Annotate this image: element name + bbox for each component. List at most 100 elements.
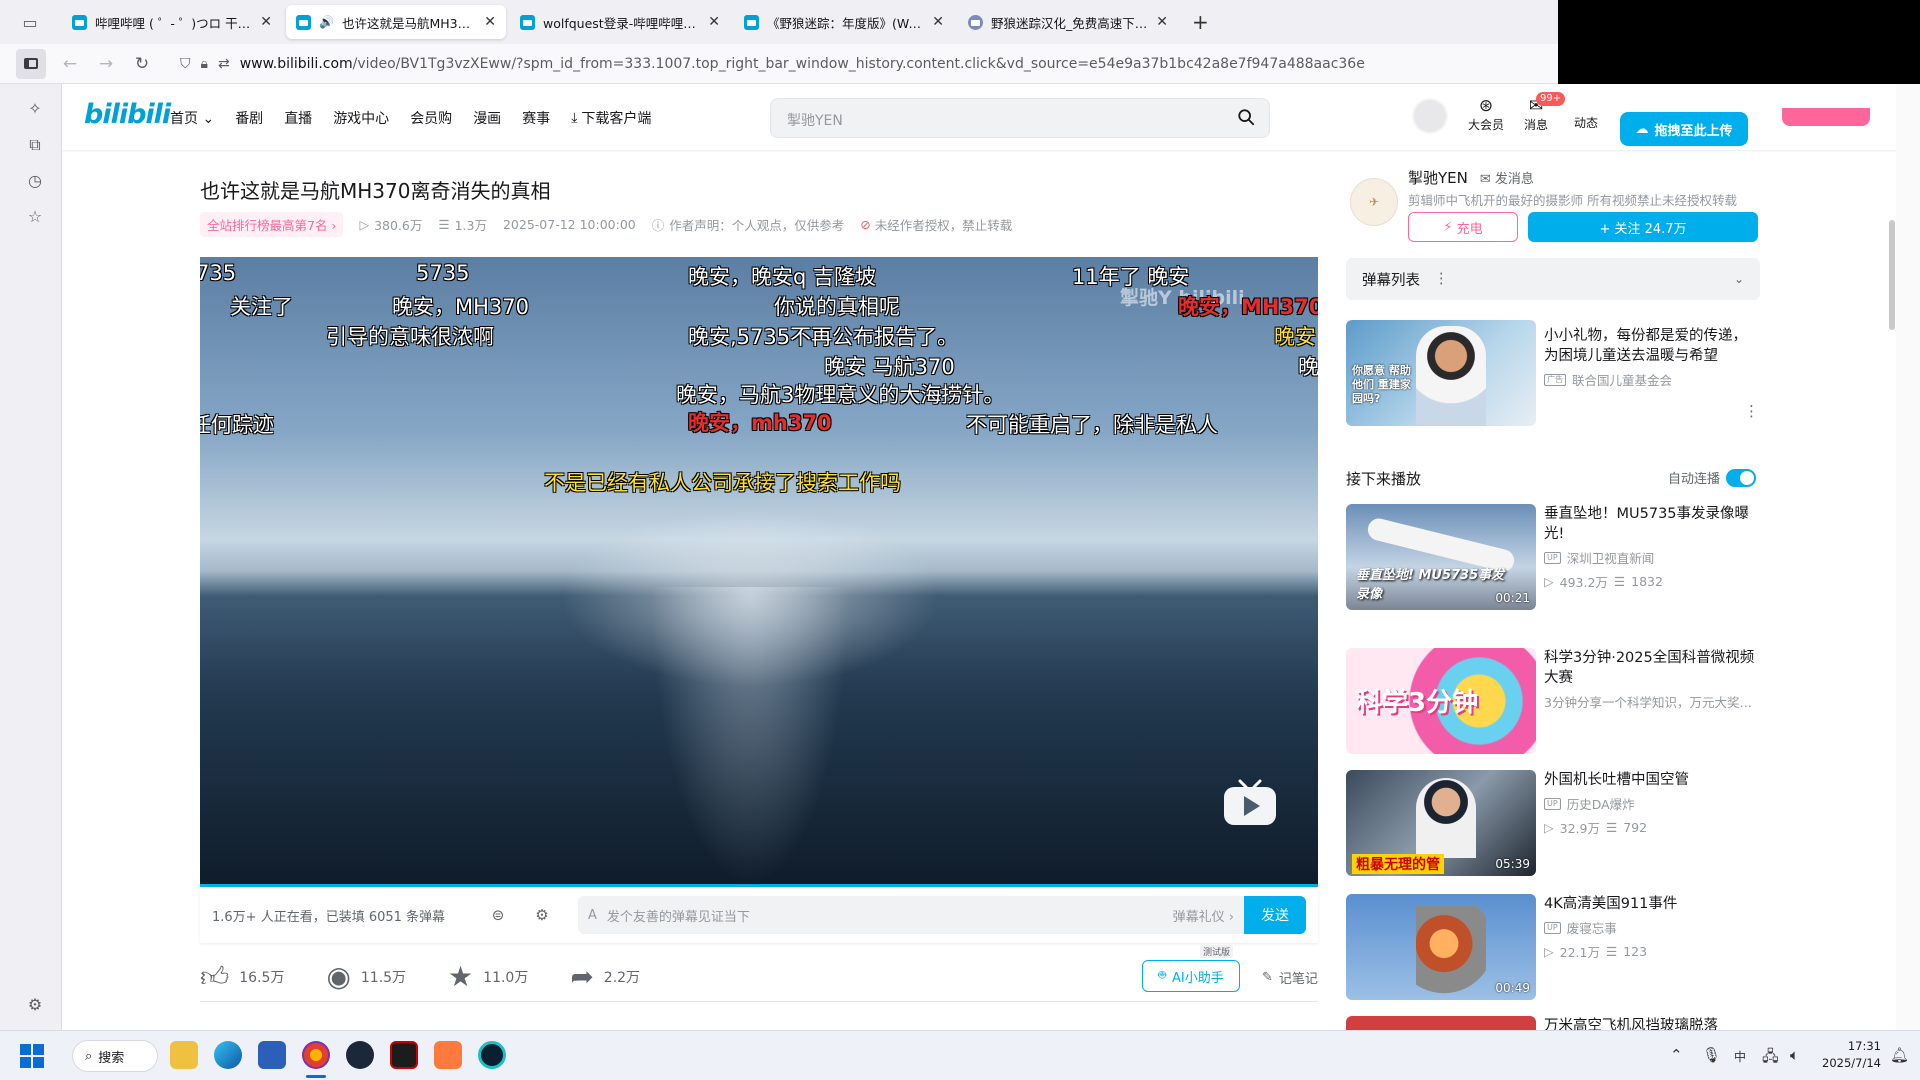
store-icon[interactable]	[258, 1041, 286, 1069]
close-tab-icon[interactable]: ✕	[932, 14, 944, 30]
voicemeeter-icon[interactable]	[390, 1041, 418, 1069]
ai-assistant-button[interactable]: 测试版 🤖︎ AI小助手	[1142, 945, 1240, 992]
ad-title[interactable]: 小小礼物，每份都是爱的传递，为困境儿童送去温暖与希望	[1544, 326, 1758, 366]
video-player[interactable]: 掣驰Y bilibili 735 5735 晚安，晚安q 吉隆坡 11年了 晚安…	[200, 257, 1318, 885]
browser-tab[interactable]: 《野狼迷踪：年度版》(WolfQu ✕	[734, 5, 954, 39]
browser-tab-active[interactable]: 🔊 也许这就是马航MH370离奇 ✕	[286, 5, 506, 39]
danmaku-etiquette-link[interactable]: 弹幕礼仪 ›	[1173, 906, 1234, 925]
close-tab-icon[interactable]: ✕	[260, 14, 272, 30]
danmaku-list-panel[interactable]: 弹幕列表 ⋮ ⌄	[1346, 258, 1760, 300]
rec-title[interactable]: 万米高空飞机风挡玻璃脱落	[1544, 1016, 1758, 1030]
notification-bell-icon[interactable]: 🔔︎	[1890, 1046, 1909, 1064]
settings-gear-icon[interactable]: ⚙	[24, 994, 46, 1016]
nav-download-client[interactable]: ⤓ 下载客户端	[571, 108, 651, 128]
rec-uploader[interactable]: UP 废寝忘事	[1544, 918, 1617, 937]
ad-thumbnail[interactable]: 你愿意 帮助他们 重建家园吗?	[1346, 320, 1536, 426]
windows-start-icon[interactable]	[20, 1044, 44, 1068]
page-scrollbar-thumb[interactable]	[1889, 220, 1895, 330]
send-message-link[interactable]: ✉ 发消息	[1480, 168, 1534, 187]
follow-button[interactable]: + 关注 24.7万	[1528, 212, 1758, 242]
rec-title[interactable]: 外国机长吐槽中国空管	[1544, 770, 1758, 790]
charge-button[interactable]: ⚡ 充电	[1408, 212, 1518, 242]
shield-icon[interactable]: ⛉	[180, 56, 191, 72]
uploader-name[interactable]: 掣驰YEN	[1408, 167, 1468, 188]
nav-manga[interactable]: 漫画	[473, 108, 501, 128]
microphone-icon[interactable]: 🎙︎	[1702, 1046, 1721, 1064]
rec-thumbnail[interactable]: 00:49	[1346, 894, 1536, 1000]
browser-tab[interactable]: 野狼迷踪汉化_免费高速下载|百 ✕	[958, 5, 1178, 39]
like-button[interactable]: 👍︎ 16.5万	[200, 962, 284, 991]
nav-home[interactable]: 首页 ⌄	[170, 108, 214, 128]
synced-tabs-icon[interactable]: ⧉	[24, 134, 46, 156]
rec-title[interactable]: 4K高清美国911事件	[1544, 894, 1758, 914]
chevron-down-icon[interactable]: ⌄	[1734, 272, 1744, 286]
font-style-icon[interactable]: A	[588, 908, 597, 923]
nav-anime[interactable]: 番剧	[235, 108, 263, 128]
pink-header-button[interactable]	[1782, 108, 1870, 126]
rec-uploader[interactable]: UP 历史DA爆炸	[1544, 794, 1635, 813]
coin-button[interactable]: ◉ 11.5万	[326, 962, 406, 991]
close-tab-icon[interactable]: ✕	[1156, 14, 1168, 30]
app-icon[interactable]	[478, 1041, 506, 1069]
recommendation-card[interactable]: 万米高空飞机风挡玻璃脱落	[1346, 1016, 1760, 1030]
lock-icon[interactable]: 🔒︎	[201, 56, 208, 72]
recommendation-card[interactable]: 粗暴无理的管 05:39 外国机长吐槽中国空管 UP 历史DA爆炸 ▷ 32.9万 ☰…	[1346, 770, 1760, 878]
ime-indicator[interactable]: 中	[1734, 1048, 1746, 1065]
close-tab-icon[interactable]: ✕	[708, 14, 720, 30]
search-icon[interactable]	[1237, 108, 1255, 126]
danmaku-input[interactable]: A 发个友善的弹幕见证当下 弹幕礼仪 ›	[578, 896, 1244, 934]
bookmarks-icon[interactable]: ☆	[24, 206, 46, 228]
recommendation-card[interactable]: 科学3分钟 科学3分钟·2025全国科普微视频大赛 3分钟分享一个科学知识，万元…	[1346, 648, 1760, 756]
tab-list-icon[interactable]: ▭	[10, 6, 50, 38]
show-hidden-icons-chevron-icon[interactable]: ⌃	[1670, 1046, 1683, 1064]
url-text[interactable]: www.bilibili.com/video/BV1Tg3vzXEww/?spm…	[240, 56, 1365, 72]
tv-play-icon[interactable]	[1222, 777, 1278, 827]
recommendation-card[interactable]: 00:49 4K高清美国911事件 UP 废寝忘事 ▷ 22.1万 ☰ 123	[1346, 894, 1760, 1002]
danmaku-settings-icon[interactable]: ⚙	[529, 904, 555, 926]
ad-card[interactable]: 你愿意 帮助他们 重建家园吗? 小小礼物，每份都是爱的传递，为困境儿童送去温暖与…	[1346, 320, 1760, 430]
uploader-avatar[interactable]: ✈	[1350, 178, 1398, 226]
user-avatar[interactable]	[1412, 98, 1448, 134]
history-icon[interactable]: ◷	[24, 170, 46, 192]
search-input[interactable]: 掣驰YEN	[787, 110, 843, 130]
ad-more-icon[interactable]: ⋮	[1744, 402, 1759, 420]
rec-uploader[interactable]: UP 深圳卫视直新闻	[1544, 548, 1654, 567]
rec-thumbnail[interactable]: 粗暴无理的管 05:39	[1346, 770, 1536, 876]
browser-tab[interactable]: 哔哩哔哩 ( ゜- ゜)つロ 干杯~-bil ✕	[62, 5, 282, 39]
file-explorer-icon[interactable]	[170, 1041, 198, 1069]
nav-mall[interactable]: 会员购	[410, 108, 452, 128]
edge-browser-icon[interactable]	[214, 1041, 242, 1069]
rec-title[interactable]: 科学3分钟·2025全国科普微视频大赛	[1544, 648, 1758, 688]
autoplay-control[interactable]: 自动连播	[1668, 468, 1757, 487]
rank-tag[interactable]: 全站排行榜最高第7名 ›	[200, 212, 344, 237]
nav-live[interactable]: 直播	[284, 108, 312, 128]
share-button[interactable]: ➦ 2.2万	[570, 962, 640, 991]
network-icon[interactable]: 🖧	[1762, 1046, 1779, 1071]
recommendation-card[interactable]: 垂直坠地! MU5735事发录像 00:21 垂直坠地！MU5735事发录像曝光…	[1346, 504, 1760, 612]
permissions-icon[interactable]: ⇄	[218, 56, 230, 72]
upload-button[interactable]: ☁ 拖拽至此上传	[1620, 112, 1748, 146]
page-scrollbar-track[interactable]	[1896, 84, 1920, 1030]
rec-title[interactable]: 垂直坠地！MU5735事发录像曝光!	[1544, 504, 1758, 544]
danmaku-toggle-icon[interactable]: ⊜	[485, 904, 511, 926]
favorite-button[interactable]: ★ 11.0万	[448, 962, 528, 991]
steam-icon[interactable]	[346, 1041, 374, 1069]
more-dots-icon[interactable]: ⋮	[1434, 271, 1449, 287]
bilibili-logo[interactable]: bilibili	[84, 99, 171, 130]
ai-sparkle-icon[interactable]: ✧	[24, 98, 46, 120]
dynamics-entry[interactable]: 动态	[1564, 114, 1608, 131]
new-tab-button[interactable]: +	[1182, 10, 1219, 34]
volume-icon[interactable]: 🔈︎	[1790, 1046, 1799, 1064]
system-clock[interactable]: 17:31 2025/7/14	[1822, 1038, 1881, 1072]
rec-thumbnail[interactable]: 科学3分钟	[1346, 648, 1536, 754]
reload-button[interactable]: ↻	[124, 48, 160, 80]
address-bar[interactable]: ⛉ 🔒︎ ⇄ www.bilibili.com/video/BV1Tg3vzXE…	[174, 48, 1546, 80]
back-button[interactable]: ←	[52, 48, 88, 80]
close-tab-icon[interactable]: ✕	[484, 14, 496, 30]
firefox-icon[interactable]	[302, 1041, 330, 1069]
speaker-icon[interactable]: 🔊	[319, 15, 334, 29]
app-icon[interactable]	[434, 1041, 462, 1069]
autoplay-toggle[interactable]	[1726, 468, 1757, 487]
take-notes-button[interactable]: ✎ 记笔记	[1262, 968, 1318, 987]
search-box[interactable]: 掣驰YEN	[770, 98, 1270, 138]
